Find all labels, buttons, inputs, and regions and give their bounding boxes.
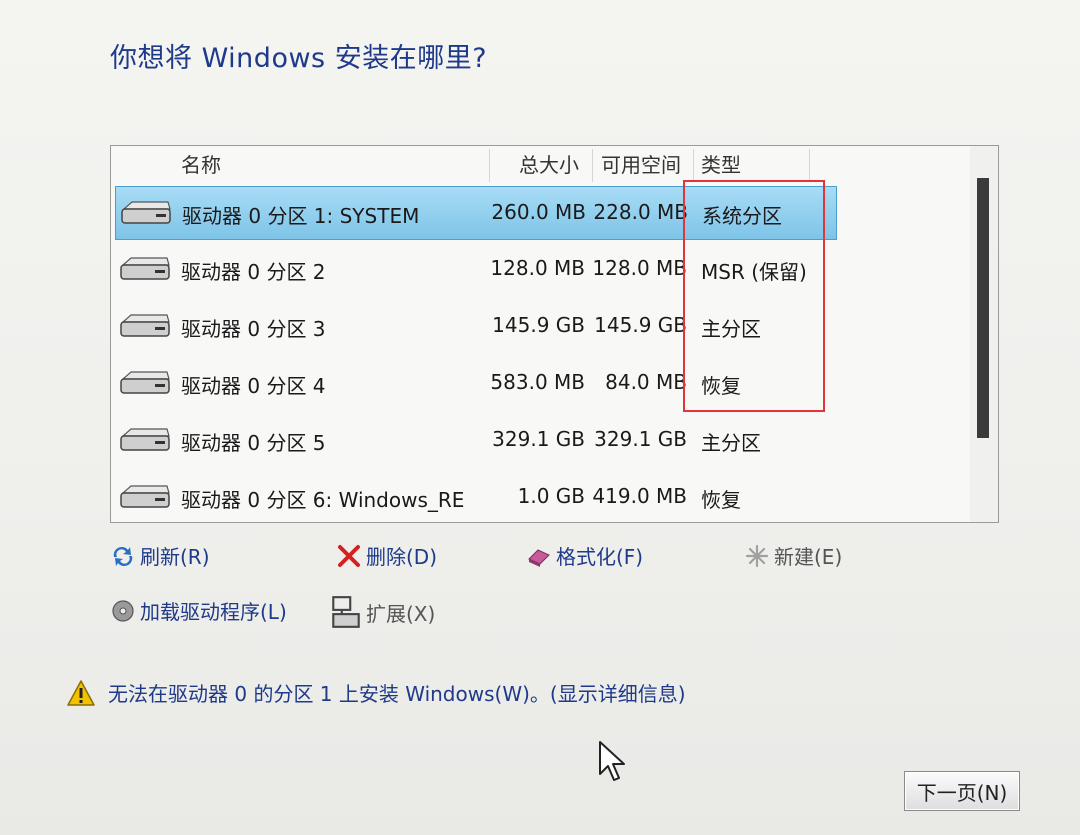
hard-drive-icon <box>120 485 170 508</box>
partition-total-size: 145.9 GB <box>492 313 585 337</box>
column-separator <box>489 149 490 182</box>
disc-icon <box>112 599 134 622</box>
partition-total-size: 128.0 MB <box>490 256 585 280</box>
partition-total-size: 329.1 GB <box>492 427 585 451</box>
hard-drive-icon <box>120 428 170 451</box>
hard-drive-icon <box>120 257 170 280</box>
partition-type: 恢复 <box>701 488 741 512</box>
next-button[interactable]: 下一页(N) <box>904 771 1020 811</box>
column-separator <box>809 149 810 182</box>
column-separator <box>693 149 694 182</box>
delete-label: 删除(D) <box>366 545 438 569</box>
warning-message[interactable]: 无法在驱动器 0 的分区 1 上安装 Windows(W)。(显示详细信息) <box>66 678 686 707</box>
page-title: 你想将 Windows 安装在哪里? <box>110 43 488 74</box>
starburst-icon <box>745 544 769 567</box>
load-driver-label: 加载驱动程序(L) <box>140 600 287 624</box>
partition-free-space: 145.9 GB <box>594 313 687 337</box>
partition-total-size: 583.0 MB <box>490 370 585 394</box>
partition-free-space: 228.0 MB <box>593 200 688 224</box>
partition-name: 驱动器 0 分区 4 <box>181 374 326 398</box>
load-driver-button[interactable]: 加载驱动程序(L) <box>110 596 287 625</box>
partition-row[interactable]: 驱动器 0 分区 6: Windows_RE 1.0 GB 419.0 MB 恢… <box>115 471 835 522</box>
refresh-button[interactable]: 刷新(R) <box>110 541 210 570</box>
hard-drive-icon <box>120 314 170 337</box>
column-header-name[interactable]: 名称 <box>181 146 221 184</box>
column-header-free[interactable]: 可用空间 <box>601 146 681 184</box>
column-header-total[interactable]: 总大小 <box>519 146 579 184</box>
partition-name: 驱动器 0 分区 6: Windows_RE <box>181 488 465 512</box>
partition-list[interactable]: 名称 总大小 可用空间 类型 驱动器 0 分区 1: SYSTEM 260.0 … <box>110 145 999 523</box>
partition-name: 驱动器 0 分区 3 <box>181 317 326 341</box>
scrollbar-thumb[interactable] <box>977 178 989 438</box>
column-header-type[interactable]: 类型 <box>701 146 741 184</box>
partition-free-space: 84.0 MB <box>605 370 687 394</box>
extend-drive-icon <box>332 596 360 628</box>
refresh-label: 刷新(R) <box>140 545 210 569</box>
partition-free-space: 329.1 GB <box>594 427 687 451</box>
partition-total-size: 260.0 MB <box>491 200 586 224</box>
eraser-icon <box>528 548 550 567</box>
format-button[interactable]: 格式化(F) <box>526 541 643 570</box>
partition-free-space: 419.0 MB <box>592 484 687 508</box>
warning-icon <box>67 679 95 706</box>
column-separator <box>592 149 593 182</box>
partition-row[interactable]: 驱动器 0 分区 5 329.1 GB 329.1 GB 主分区 <box>115 414 835 466</box>
new-label: 新建(E) <box>774 545 843 569</box>
partition-free-space: 128.0 MB <box>592 256 687 280</box>
partition-name: 驱动器 0 分区 2 <box>181 260 326 284</box>
partition-total-size: 1.0 GB <box>517 484 585 508</box>
annotation-highlight <box>683 180 825 412</box>
hard-drive-icon <box>121 201 171 224</box>
mouse-pointer-icon <box>599 741 625 781</box>
extend-button[interactable]: 扩展(X) <box>330 594 435 630</box>
partition-type: 主分区 <box>701 431 761 455</box>
refresh-icon <box>113 546 133 566</box>
delete-x-icon <box>338 544 360 567</box>
extend-label: 扩展(X) <box>366 601 436 626</box>
warning-text[interactable]: 无法在驱动器 0 的分区 1 上安装 Windows(W)。(显示详细信息) <box>108 678 686 707</box>
delete-button[interactable]: 删除(D) <box>336 541 437 570</box>
format-label: 格式化(F) <box>556 545 644 569</box>
new-button[interactable]: 新建(E) <box>744 541 842 570</box>
partition-name: 驱动器 0 分区 1: SYSTEM <box>182 204 420 228</box>
partition-name: 驱动器 0 分区 5 <box>181 431 326 455</box>
hard-drive-icon <box>120 371 170 394</box>
vertical-scrollbar[interactable] <box>970 146 998 522</box>
